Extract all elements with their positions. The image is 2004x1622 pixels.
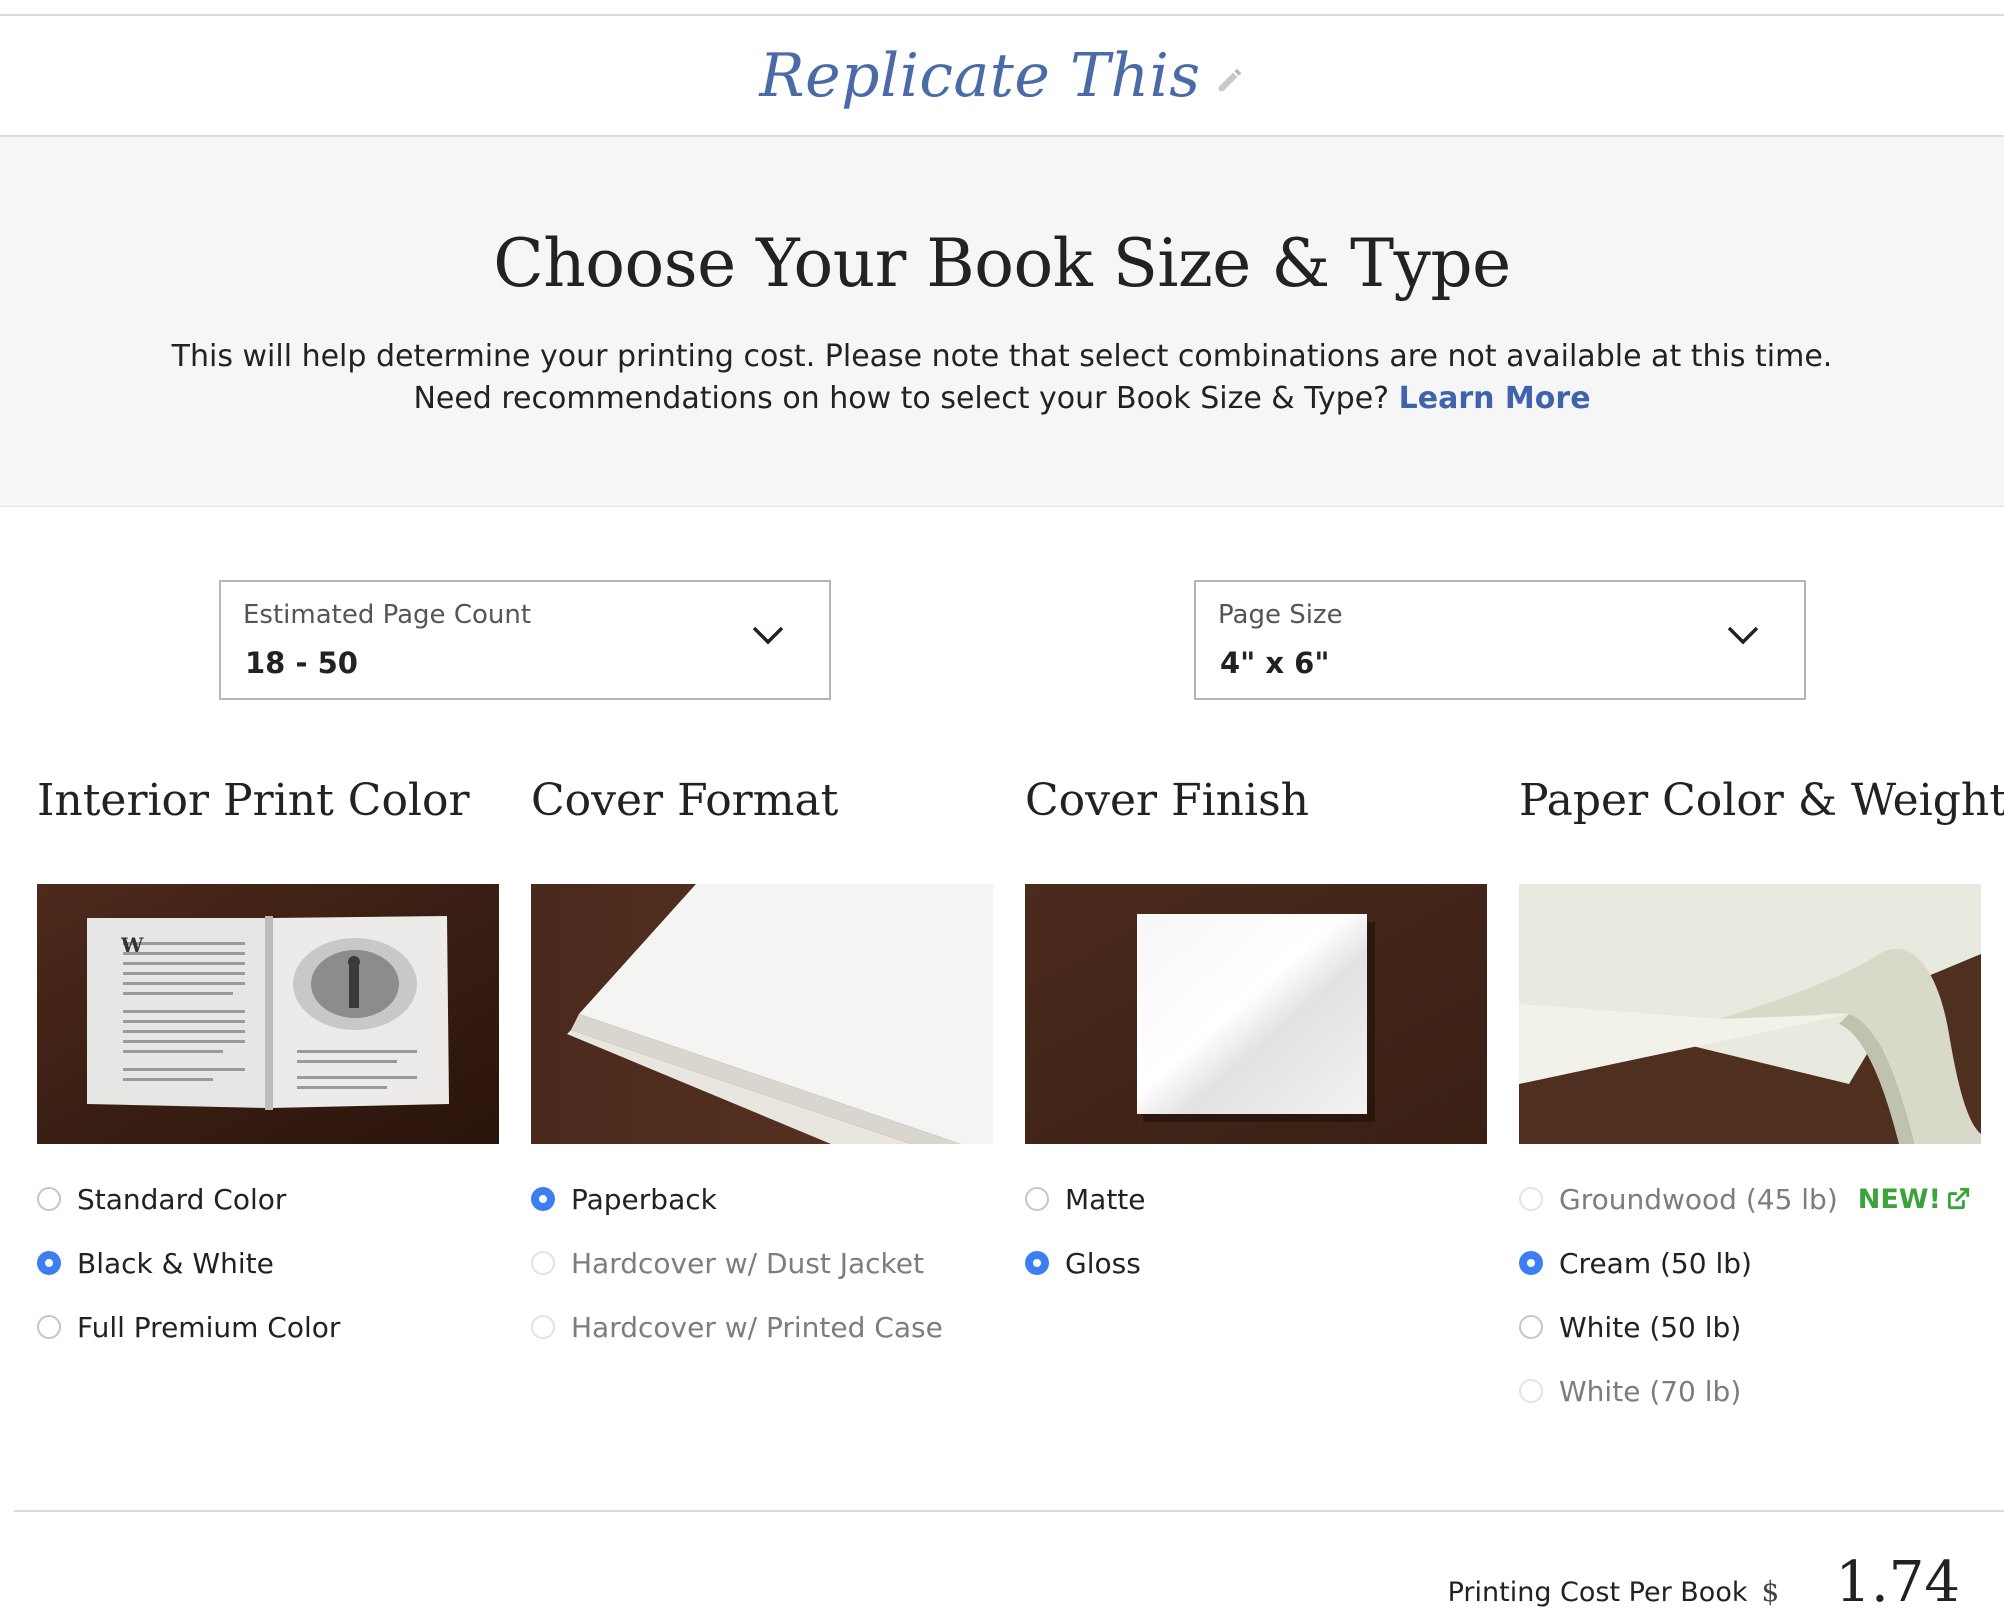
intro-panel: Choose Your Book Size & Type This will h… bbox=[0, 137, 2004, 507]
option-label: Standard Color bbox=[77, 1182, 287, 1216]
option-label: Matte bbox=[1065, 1182, 1146, 1216]
option-label: Paperback bbox=[571, 1182, 717, 1216]
radio-button[interactable] bbox=[531, 1315, 555, 1339]
printing-cost-label: Printing Cost Per Book bbox=[1447, 1577, 1748, 1608]
option-white-50lb[interactable]: White (50 lb) bbox=[1519, 1295, 1981, 1359]
option-cream-50lb[interactable]: Cream (50 lb) bbox=[1519, 1231, 1981, 1295]
cover-finish-section: Cover Finish Matte Gloss bbox=[1025, 760, 1487, 1295]
option-gloss[interactable]: Gloss bbox=[1025, 1231, 1487, 1295]
section-title-text: Paper Color & Weight bbox=[1519, 774, 2004, 826]
page-size-value: 4" x 6" bbox=[1220, 646, 1330, 680]
pencil-icon[interactable] bbox=[1215, 65, 1245, 95]
book-title[interactable]: Replicate This bbox=[759, 41, 1200, 111]
intro-text: This will help determine your printing c… bbox=[171, 339, 1833, 374]
option-label: Full Premium Color bbox=[77, 1310, 341, 1344]
book-title-bar: Replicate This bbox=[0, 16, 2004, 136]
page-count-value: 18 - 50 bbox=[245, 646, 358, 680]
section-title: Paper Color & Weight? bbox=[1519, 760, 2004, 840]
radio-button[interactable] bbox=[1025, 1251, 1049, 1275]
option-full-premium-color[interactable]: Full Premium Color bbox=[37, 1295, 499, 1359]
option-label: Black & White bbox=[77, 1246, 274, 1280]
option-black-white[interactable]: Black & White bbox=[37, 1231, 499, 1295]
external-link-icon bbox=[1947, 1187, 1970, 1210]
new-badge-label: NEW! bbox=[1857, 1183, 1941, 1215]
section-title: Cover Format bbox=[531, 774, 839, 826]
page-size-select[interactable]: Page Size 4" x 6" bbox=[1194, 580, 1806, 700]
option-label: Gloss bbox=[1065, 1246, 1141, 1280]
option-matte[interactable]: Matte bbox=[1025, 1167, 1487, 1231]
option-standard-color[interactable]: Standard Color bbox=[37, 1167, 499, 1231]
radio-button[interactable] bbox=[1519, 1251, 1543, 1275]
page-size-label: Page Size bbox=[1218, 600, 1343, 630]
chevron-down-icon bbox=[752, 626, 784, 645]
page-count-label: Estimated Page Count bbox=[243, 600, 532, 630]
cover-format-options: Paperback Hardcover w/ Dust Jacket Hardc… bbox=[531, 1167, 993, 1359]
radio-button[interactable] bbox=[1519, 1187, 1543, 1211]
option-hardcover-printed-case[interactable]: Hardcover w/ Printed Case bbox=[531, 1295, 993, 1359]
new-badge[interactable]: NEW! bbox=[1858, 1184, 1971, 1215]
option-label: White (50 lb) bbox=[1559, 1310, 1742, 1344]
option-hardcover-dust-jacket[interactable]: Hardcover w/ Dust Jacket bbox=[531, 1231, 993, 1295]
learn-more-link[interactable]: Learn More bbox=[1399, 381, 1591, 416]
radio-button[interactable] bbox=[531, 1187, 555, 1211]
open-book-image: W bbox=[37, 884, 499, 1144]
option-label: White (70 lb) bbox=[1559, 1374, 1742, 1408]
paper-color-weight-section: Paper Color & Weight? Groundwood (45 lb)… bbox=[1519, 760, 2004, 1423]
option-label: Groundwood (45 lb) bbox=[1559, 1182, 1838, 1216]
recommendation-text: Need recommendations on how to select yo… bbox=[0, 378, 2004, 420]
currency-symbol: $ bbox=[1761, 1575, 1780, 1608]
paper-stack-image bbox=[1519, 884, 1981, 1144]
option-label: Cream (50 lb) bbox=[1559, 1246, 1752, 1280]
printing-cost-amount: 1.74 bbox=[1835, 1550, 1960, 1615]
option-label: Hardcover w/ Printed Case bbox=[571, 1310, 943, 1344]
radio-button[interactable] bbox=[1519, 1379, 1543, 1403]
cover-format-section: Cover Format Paperback Hardcover w/ Dust… bbox=[531, 760, 993, 1359]
section-title: Interior Print Color bbox=[37, 774, 470, 826]
radio-button[interactable] bbox=[37, 1187, 61, 1211]
cover-finish-options: Matte Gloss bbox=[1025, 1167, 1487, 1295]
paper-options: Groundwood (45 lb) NEW! Cream (50 lb) Whi… bbox=[1519, 1167, 1981, 1423]
page-heading: Choose Your Book Size & Type bbox=[493, 225, 1511, 302]
radio-button[interactable] bbox=[1025, 1187, 1049, 1211]
interior-print-color-section: Interior Print Color W Standard Color Bl… bbox=[37, 760, 499, 1359]
option-paperback[interactable]: Paperback bbox=[531, 1167, 993, 1231]
svg-text:W: W bbox=[120, 933, 144, 957]
radio-button[interactable] bbox=[531, 1251, 555, 1275]
option-white-70lb[interactable]: White (70 lb) bbox=[1519, 1359, 1981, 1423]
page-count-select[interactable]: Estimated Page Count 18 - 50 bbox=[219, 580, 831, 700]
option-label: Hardcover w/ Dust Jacket bbox=[571, 1246, 924, 1280]
recommendation-question: Need recommendations on how to select yo… bbox=[413, 381, 1390, 416]
chevron-down-icon bbox=[1727, 626, 1759, 645]
footer-divider bbox=[14, 1510, 2004, 1512]
printing-cost: Printing Cost Per Book $ 1.74 bbox=[1448, 1550, 1960, 1615]
option-groundwood-45lb[interactable]: Groundwood (45 lb) NEW! bbox=[1519, 1167, 1981, 1231]
radio-button[interactable] bbox=[37, 1251, 61, 1275]
gloss-cover-image bbox=[1025, 884, 1487, 1144]
interior-options: Standard Color Black & White Full Premiu… bbox=[37, 1167, 499, 1359]
radio-button[interactable] bbox=[37, 1315, 61, 1339]
radio-button[interactable] bbox=[1519, 1315, 1543, 1339]
section-title: Cover Finish bbox=[1025, 774, 1310, 826]
paperback-image bbox=[531, 884, 993, 1144]
